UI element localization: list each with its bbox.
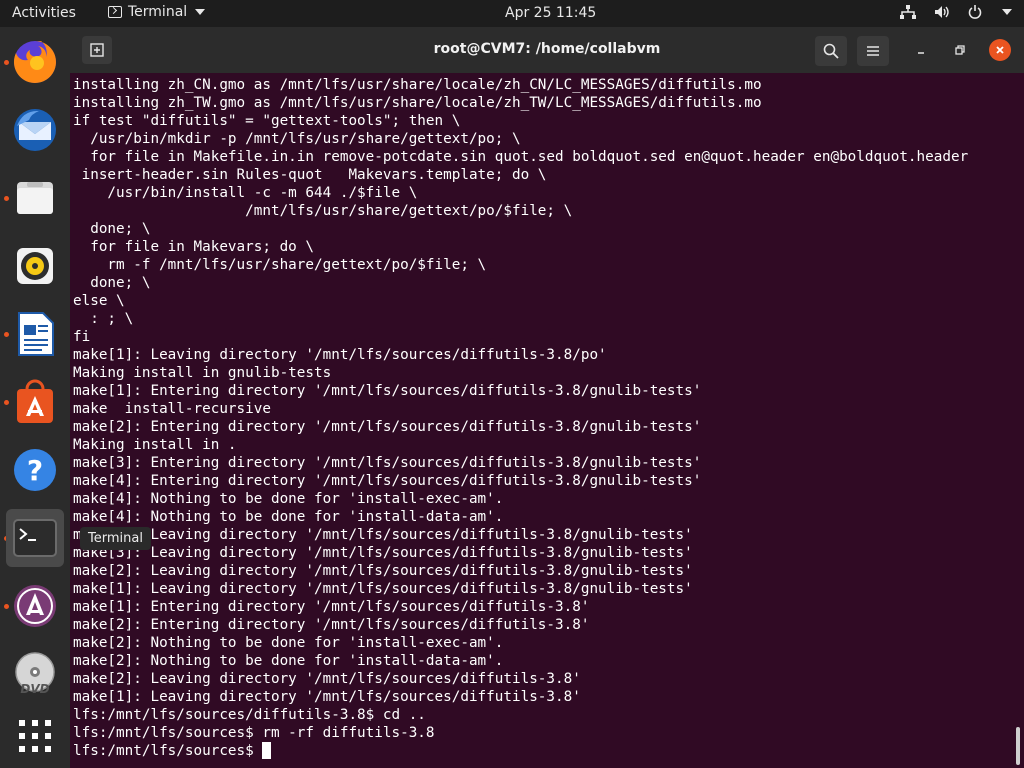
terminal-line: make[2]: Nothing to be done for 'install… [73,653,504,669]
network-icon [900,5,916,19]
terminal-line: make[2]: Nothing to be done for 'install… [73,635,504,651]
dock-item-rhythmbox[interactable] [6,237,64,295]
terminal-line: make[3]: Leaving directory '/mnt/lfs/sou… [73,545,693,561]
window-header: root@CVM7: /home/collabvm [70,27,1024,73]
volume-icon [935,6,949,18]
libreoffice-writer-icon [18,312,54,356]
terminal-line: if test "diffutils" = "gettext-tools"; t… [73,113,461,129]
system-tray[interactable] [900,5,1012,19]
activities-button[interactable]: Activities [12,5,76,21]
dock-item-dvd[interactable]: DVD [6,645,64,703]
terminal-line: make install-recursive [73,401,271,417]
hamburger-menu-icon [867,46,879,56]
terminal-line: done; \ [73,275,151,291]
show-applications-icon [19,720,51,752]
software-center-icon [17,379,53,423]
terminal-line: for file in Makevars; do \ [73,239,315,255]
chevron-down-icon [195,9,206,15]
files-icon [17,182,53,214]
dock-tooltip: Terminal [80,527,151,550]
terminal-line: /mnt/lfs/usr/share/gettext/po/$file; \ [73,203,573,219]
dock-item-files[interactable] [6,169,64,227]
terminal-line: make[3]: Entering directory '/mnt/lfs/so… [73,455,702,471]
terminal-line: make[2]: Leaving directory '/mnt/lfs/sou… [73,671,581,687]
terminal-line: installing zh_CN.gmo as /mnt/lfs/usr/sha… [73,77,762,93]
close-button[interactable] [989,39,1011,61]
search-button[interactable] [815,36,847,66]
software-updater-icon [14,585,56,627]
terminal-line: lfs:/mnt/lfs/sources$ rm -rf diffutils-3… [73,725,435,741]
terminal-line: make[4]: Entering directory '/mnt/lfs/so… [73,473,702,489]
dock-item-updater[interactable] [6,577,64,635]
minimize-button[interactable] [910,39,932,61]
menu-button[interactable] [857,36,889,66]
terminal-line: make[4]: Nothing to be done for 'install… [73,509,504,525]
scrollbar[interactable] [1016,727,1020,765]
dock-item-show-apps[interactable] [6,707,64,765]
terminal-output[interactable]: installing zh_CN.gmo as /mnt/lfs/usr/sha… [73,76,1024,760]
terminal-line: make[2]: Entering directory '/mnt/lfs/so… [73,419,702,435]
terminal-prompt-line: lfs:/mnt/lfs/sources$ [73,742,1024,760]
terminal-line: : ; \ [73,311,134,327]
terminal-line: make[1]: Leaving directory '/mnt/lfs/sou… [73,581,693,597]
terminal-app-icon [108,6,122,18]
dock-item-firefox[interactable] [6,33,64,91]
terminal-icon [13,519,57,557]
terminal-line: lfs:/mnt/lfs/sources/diffutils-3.8$ cd .… [73,707,426,723]
app-menu[interactable]: Terminal [108,4,206,20]
terminal-line: insert-header.sin Rules-quot Makevars.te… [73,167,547,183]
restore-icon [955,45,965,55]
top-bar: Activities Terminal Apr 25 11:45 [0,0,1024,27]
close-icon [996,46,1004,54]
terminal-line: make[1]: Entering directory '/mnt/lfs/so… [73,599,590,615]
help-icon: ? [14,449,56,491]
terminal-line: done; \ [73,221,151,237]
terminal-line: else \ [73,293,125,309]
dock-item-thunderbird[interactable] [6,101,64,159]
terminal-line: make[1]: Leaving directory '/mnt/lfs/sou… [73,347,607,363]
terminal-line: make[2]: Entering directory '/mnt/lfs/so… [73,617,590,633]
svg-text:DVD: DVD [20,682,49,696]
terminal-line: Making install in gnulib-tests [73,365,332,381]
rhythmbox-icon [17,248,53,284]
app-menu-label: Terminal [128,4,188,20]
dock: ? DVD [0,27,70,768]
terminal-line: /usr/bin/mkdir -p /mnt/lfs/usr/share/get… [73,131,521,147]
terminal-line: make[1]: Entering directory '/mnt/lfs/so… [73,383,702,399]
minimize-icon [918,52,924,54]
chevron-down-icon [1002,9,1012,15]
terminal-line: make[1]: Leaving directory '/mnt/lfs/sou… [73,689,581,705]
terminal-line: installing zh_TW.gmo as /mnt/lfs/usr/sha… [73,95,762,111]
dvd-icon: DVD [15,652,55,696]
dock-item-terminal[interactable] [6,509,64,567]
clock[interactable]: Apr 25 11:45 [505,5,596,21]
terminal-prompt: lfs:/mnt/lfs/sources$ [73,743,263,759]
terminal-line: Making install in . [73,437,237,453]
terminal-line: make[2]: Leaving directory '/mnt/lfs/sou… [73,563,693,579]
firefox-icon [13,41,56,83]
dock-item-software[interactable] [6,373,64,431]
terminal-line: make[4]: Leaving directory '/mnt/lfs/sou… [73,527,693,543]
dock-item-help[interactable]: ? [6,441,64,499]
thunderbird-icon [14,109,56,151]
power-icon [968,5,982,19]
svg-text:?: ? [27,454,43,487]
maximize-button[interactable] [949,39,971,61]
terminal-line: /usr/bin/install -c -m 644 ./$file \ [73,185,418,201]
terminal-line: make[4]: Nothing to be done for 'install… [73,491,504,507]
dock-item-writer[interactable] [6,305,64,363]
search-icon [823,43,839,59]
text-cursor [262,742,272,759]
terminal-line: fi [73,329,91,345]
terminal-line: for file in Makefile.in.in remove-potcda… [73,149,969,165]
terminal-window: root@CVM7: /home/collabvm installing zh_… [70,27,1024,768]
terminal-line: rm -f /mnt/lfs/usr/share/gettext/po/$fil… [73,257,487,273]
